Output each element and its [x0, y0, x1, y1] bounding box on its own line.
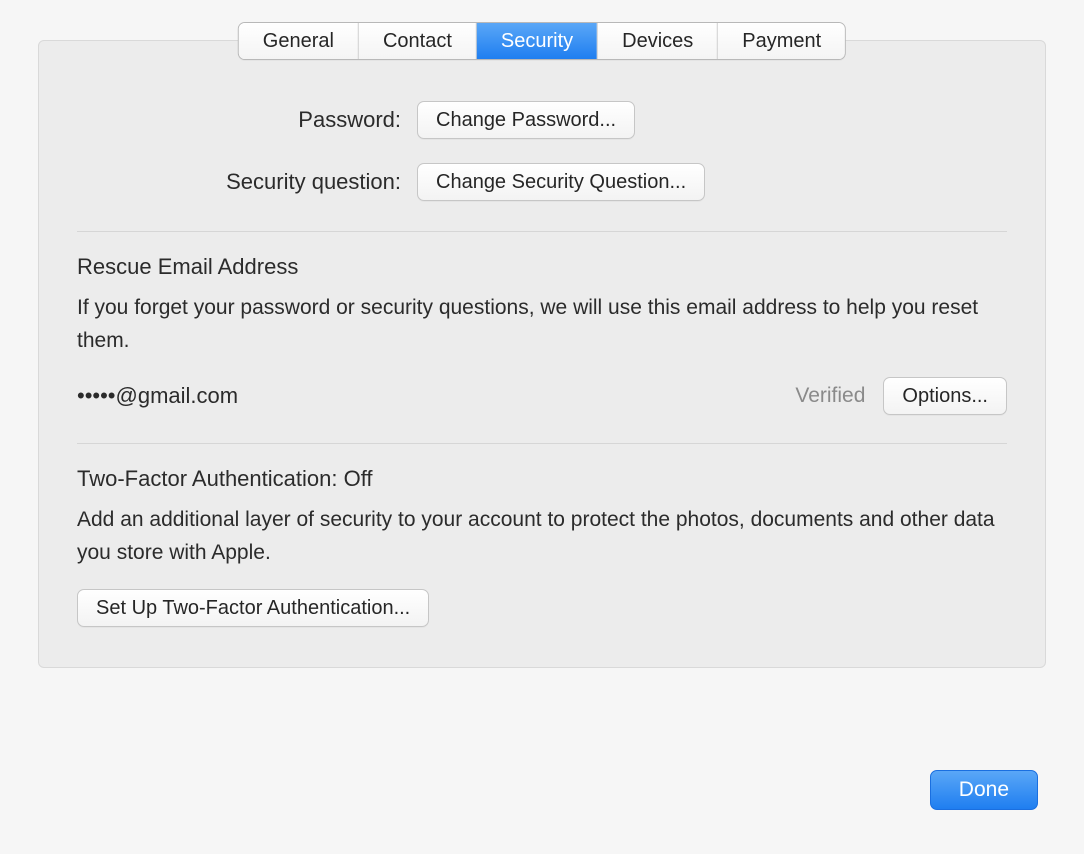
tab-contact[interactable]: Contact	[359, 23, 477, 59]
divider	[77, 443, 1007, 444]
rescue-email-section: Rescue Email Address If you forget your …	[77, 254, 1007, 443]
change-security-question-button[interactable]: Change Security Question...	[417, 163, 705, 201]
security-question-row: Security question: Change Security Quest…	[77, 163, 1007, 201]
rescue-email-row: •••••@gmail.com Verified Options...	[77, 377, 1007, 415]
tab-bar: General Contact Security Devices Payment	[238, 22, 846, 60]
done-button[interactable]: Done	[930, 770, 1038, 810]
security-question-label: Security question:	[77, 169, 417, 195]
rescue-email-description: If you forget your password or security …	[77, 292, 1007, 357]
tab-general[interactable]: General	[239, 23, 359, 59]
two-factor-heading: Two-Factor Authentication: Off	[77, 466, 1007, 492]
divider	[77, 231, 1007, 232]
two-factor-description: Add an additional layer of security to y…	[77, 504, 1007, 569]
security-settings-panel: General Contact Security Devices Payment…	[38, 40, 1046, 668]
tab-security[interactable]: Security	[477, 23, 598, 59]
change-password-button[interactable]: Change Password...	[417, 101, 635, 139]
password-label: Password:	[77, 107, 417, 133]
credential-rows: Password: Change Password... Security qu…	[77, 101, 1007, 231]
rescue-email-heading: Rescue Email Address	[77, 254, 1007, 280]
two-factor-section: Two-Factor Authentication: Off Add an ad…	[77, 466, 1007, 631]
footer: Done	[930, 770, 1038, 810]
rescue-email-value: •••••@gmail.com	[77, 383, 777, 409]
setup-two-factor-button[interactable]: Set Up Two-Factor Authentication...	[77, 589, 429, 627]
tab-payment[interactable]: Payment	[718, 23, 845, 59]
rescue-email-status: Verified	[795, 384, 865, 408]
tab-devices[interactable]: Devices	[598, 23, 718, 59]
rescue-email-options-button[interactable]: Options...	[883, 377, 1007, 415]
password-row: Password: Change Password...	[77, 101, 1007, 139]
